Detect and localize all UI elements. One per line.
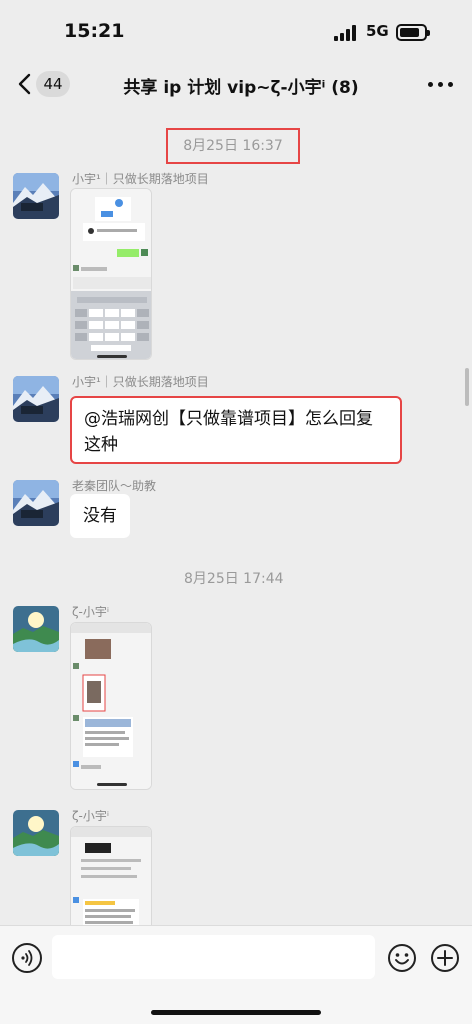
avatar[interactable] <box>13 173 59 219</box>
text-message[interactable]: @浩瑞网创【只做靠谱项目】怎么回复这种 <box>70 396 402 464</box>
status-bar: 15:21 5G <box>0 0 472 60</box>
image-message[interactable] <box>70 622 152 790</box>
network-label: 5G <box>366 22 389 40</box>
avatar[interactable] <box>13 606 59 652</box>
sender-name: ζ-小宇ⁱ <box>72 809 110 823</box>
message-input[interactable] <box>52 935 375 979</box>
home-indicator <box>151 1010 321 1015</box>
chat-header: 44 共享 ip 计划 vip~ζ-小宇ⁱ (8) <box>0 60 472 110</box>
more-dots-icon[interactable] <box>428 82 454 88</box>
avatar[interactable] <box>13 480 59 526</box>
timestamp: 8月25日 17:44 <box>184 571 284 587</box>
scrollbar[interactable] <box>465 368 469 406</box>
voice-icon[interactable] <box>12 943 42 973</box>
sender-name: 小宇¹｜只做长期落地项目 <box>72 375 209 389</box>
sender-name: ζ-小宇ⁱ <box>72 605 110 619</box>
chat-title: 共享 ip 计划 vip~ζ-小宇ⁱ (8) <box>123 78 359 98</box>
avatar[interactable] <box>13 810 59 856</box>
battery-icon <box>396 24 430 41</box>
status-time: 15:21 <box>64 20 125 42</box>
signal-icon <box>334 25 358 41</box>
message-list[interactable]: 8月25日 16:37 小宇¹｜只做长期落地项目 小宇¹｜只做长期落地项目 @浩… <box>0 110 472 925</box>
image-message[interactable] <box>70 188 152 360</box>
sender-name: 老秦团队～助教 <box>72 479 157 493</box>
input-bar <box>0 925 472 1024</box>
emoji-icon[interactable] <box>387 943 417 973</box>
timestamp: 8月25日 16:37 <box>166 128 300 164</box>
unread-count-badge[interactable]: 44 <box>36 71 70 97</box>
image-message[interactable] <box>70 826 152 925</box>
avatar[interactable] <box>13 376 59 422</box>
text-message[interactable]: 没有 <box>70 494 130 538</box>
back-arrow-icon[interactable] <box>16 73 36 95</box>
sender-name: 小宇¹｜只做长期落地项目 <box>72 172 209 186</box>
plus-icon[interactable] <box>430 943 460 973</box>
